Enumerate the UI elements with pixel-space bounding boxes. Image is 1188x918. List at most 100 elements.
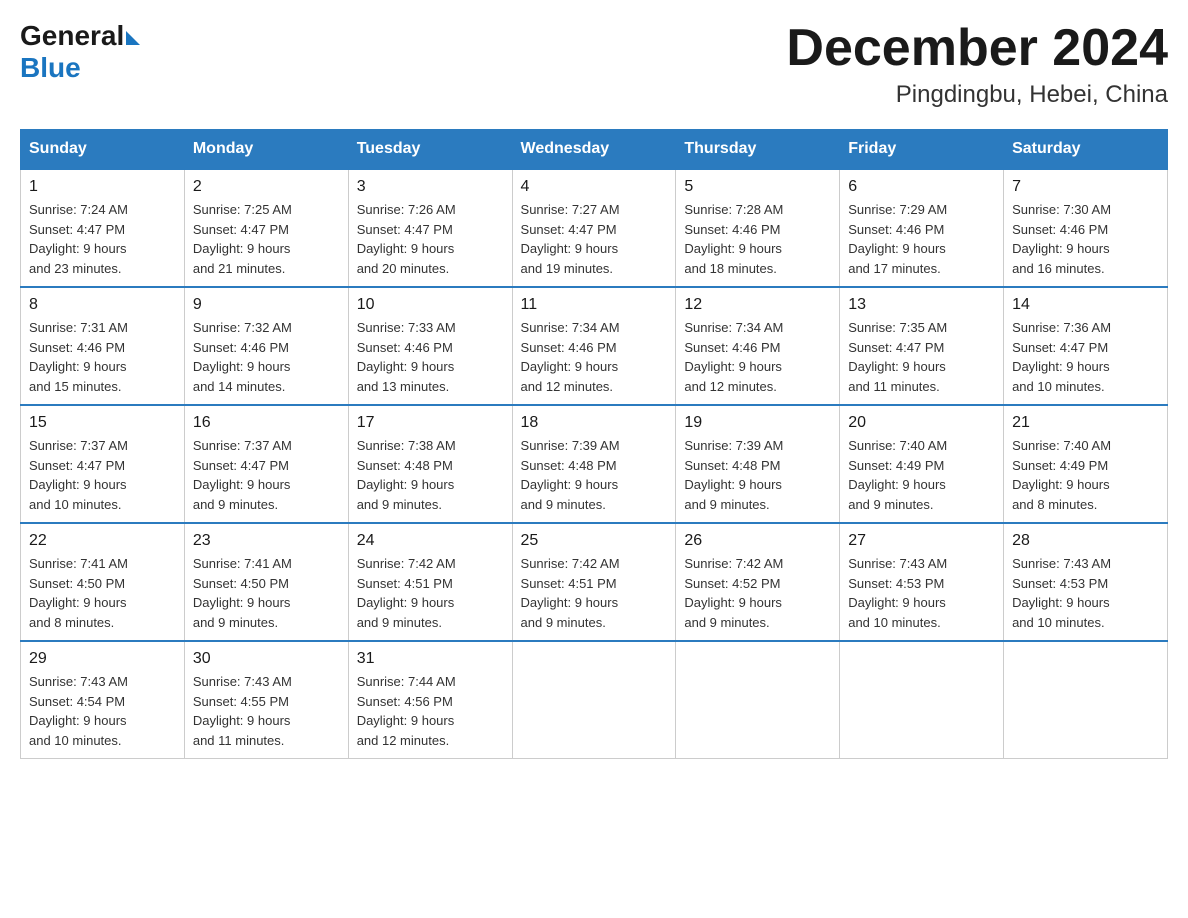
day-info: Sunrise: 7:26 AMSunset: 4:47 PMDaylight:… [357,200,504,278]
day-number: 3 [357,178,504,196]
calendar-cell: 22 Sunrise: 7:41 AMSunset: 4:50 PMDayligh… [21,523,185,641]
calendar-cell: 16 Sunrise: 7:37 AMSunset: 4:47 PMDayligh… [184,405,348,523]
day-info: Sunrise: 7:31 AMSunset: 4:46 PMDaylight:… [29,318,176,396]
calendar-cell: 1 Sunrise: 7:24 AMSunset: 4:47 PMDaylight… [21,169,185,287]
day-number: 11 [521,296,668,314]
day-info: Sunrise: 7:33 AMSunset: 4:46 PMDaylight:… [357,318,504,396]
calendar-cell: 24 Sunrise: 7:42 AMSunset: 4:51 PMDayligh… [348,523,512,641]
calendar-cell [1004,641,1168,759]
calendar-table: SundayMondayTuesdayWednesdayThursdayFrid… [20,129,1168,759]
day-of-week-header: Wednesday [512,130,676,170]
day-info: Sunrise: 7:43 AMSunset: 4:55 PMDaylight:… [193,672,340,750]
day-info: Sunrise: 7:38 AMSunset: 4:48 PMDaylight:… [357,436,504,514]
day-number: 8 [29,296,176,314]
day-number: 15 [29,414,176,432]
calendar-cell: 7Sunrise: 7:30 AMSunset: 4:46 PMDaylight… [1004,169,1168,287]
day-of-week-header: Friday [840,130,1004,170]
calendar-week-row: 1 Sunrise: 7:24 AMSunset: 4:47 PMDaylight… [21,169,1168,287]
day-info: Sunrise: 7:37 AMSunset: 4:47 PMDaylight:… [29,436,176,514]
location-title: Pingdingbu, Hebei, China [786,81,1168,109]
day-number: 16 [193,414,340,432]
calendar-cell [840,641,1004,759]
day-info: Sunrise: 7:39 AMSunset: 4:48 PMDaylight:… [521,436,668,514]
day-of-week-header: Thursday [676,130,840,170]
calendar-cell: 25 Sunrise: 7:42 AMSunset: 4:51 PMDayligh… [512,523,676,641]
day-number: 21 [1012,414,1159,432]
day-number: 27 [848,532,995,550]
day-of-week-header: Saturday [1004,130,1168,170]
day-info: Sunrise: 7:32 AMSunset: 4:46 PMDaylight:… [193,318,340,396]
day-number: 30 [193,650,340,668]
calendar-cell: 12Sunrise: 7:34 AMSunset: 4:46 PMDayligh… [676,287,840,405]
calendar-cell: 9 Sunrise: 7:32 AMSunset: 4:46 PMDaylight… [184,287,348,405]
calendar-week-row: 15 Sunrise: 7:37 AMSunset: 4:47 PMDayligh… [21,405,1168,523]
logo: General Blue [20,20,140,84]
day-info: Sunrise: 7:40 AMSunset: 4:49 PMDaylight:… [1012,436,1159,514]
day-info: Sunrise: 7:41 AMSunset: 4:50 PMDaylight:… [29,554,176,632]
calendar-cell: 19 Sunrise: 7:39 AMSunset: 4:48 PMDayligh… [676,405,840,523]
calendar-cell: 3 Sunrise: 7:26 AMSunset: 4:47 PMDaylight… [348,169,512,287]
calendar-cell: 21 Sunrise: 7:40 AMSunset: 4:49 PMDayligh… [1004,405,1168,523]
day-info: Sunrise: 7:28 AMSunset: 4:46 PMDaylight:… [684,200,831,278]
day-info: Sunrise: 7:24 AMSunset: 4:47 PMDaylight:… [29,200,176,278]
day-number: 28 [1012,532,1159,550]
calendar-cell: 2 Sunrise: 7:25 AMSunset: 4:47 PMDaylight… [184,169,348,287]
day-number: 7 [1012,178,1159,196]
calendar-cell: 10 Sunrise: 7:33 AMSunset: 4:46 PMDayligh… [348,287,512,405]
day-number: 13 [848,296,995,314]
day-info: Sunrise: 7:41 AMSunset: 4:50 PMDaylight:… [193,554,340,632]
day-info: Sunrise: 7:36 AMSunset: 4:47 PMDaylight:… [1012,318,1159,396]
calendar-cell: 11 Sunrise: 7:34 AMSunset: 4:46 PMDayligh… [512,287,676,405]
logo-general-text: General [20,20,124,52]
day-number: 10 [357,296,504,314]
day-number: 18 [521,414,668,432]
page-header: General Blue December 2024 Pingdingbu, H… [20,20,1168,109]
day-number: 6 [848,178,995,196]
day-info: Sunrise: 7:42 AMSunset: 4:51 PMDaylight:… [357,554,504,632]
logo-blue-text: Blue [20,52,81,84]
calendar-cell: 28Sunrise: 7:43 AMSunset: 4:53 PMDayligh… [1004,523,1168,641]
calendar-cell: 17Sunrise: 7:38 AMSunset: 4:48 PMDayligh… [348,405,512,523]
calendar-cell: 14Sunrise: 7:36 AMSunset: 4:47 PMDayligh… [1004,287,1168,405]
title-section: December 2024 Pingdingbu, Hebei, China [786,20,1168,109]
day-info: Sunrise: 7:35 AMSunset: 4:47 PMDaylight:… [848,318,995,396]
calendar-week-row: 29 Sunrise: 7:43 AMSunset: 4:54 PMDayligh… [21,641,1168,759]
calendar-week-row: 22 Sunrise: 7:41 AMSunset: 4:50 PMDayligh… [21,523,1168,641]
calendar-cell [676,641,840,759]
day-of-week-header: Monday [184,130,348,170]
day-info: Sunrise: 7:39 AMSunset: 4:48 PMDaylight:… [684,436,831,514]
month-title: December 2024 [786,20,1168,77]
calendar-cell: 5Sunrise: 7:28 AMSunset: 4:46 PMDaylight… [676,169,840,287]
day-number: 2 [193,178,340,196]
day-info: Sunrise: 7:25 AMSunset: 4:47 PMDaylight:… [193,200,340,278]
day-info: Sunrise: 7:42 AMSunset: 4:52 PMDaylight:… [684,554,831,632]
day-info: Sunrise: 7:43 AMSunset: 4:53 PMDaylight:… [848,554,995,632]
day-number: 24 [357,532,504,550]
day-number: 9 [193,296,340,314]
day-info: Sunrise: 7:43 AMSunset: 4:54 PMDaylight:… [29,672,176,750]
day-info: Sunrise: 7:40 AMSunset: 4:49 PMDaylight:… [848,436,995,514]
day-info: Sunrise: 7:44 AMSunset: 4:56 PMDaylight:… [357,672,504,750]
calendar-cell: 20Sunrise: 7:40 AMSunset: 4:49 PMDayligh… [840,405,1004,523]
day-info: Sunrise: 7:29 AMSunset: 4:46 PMDaylight:… [848,200,995,278]
day-number: 31 [357,650,504,668]
calendar-cell: 13 Sunrise: 7:35 AMSunset: 4:47 PMDayligh… [840,287,1004,405]
calendar-cell: 6 Sunrise: 7:29 AMSunset: 4:46 PMDaylight… [840,169,1004,287]
day-number: 22 [29,532,176,550]
day-number: 4 [521,178,668,196]
day-of-week-header: Sunday [21,130,185,170]
day-number: 26 [684,532,831,550]
calendar-cell: 18 Sunrise: 7:39 AMSunset: 4:48 PMDayligh… [512,405,676,523]
day-info: Sunrise: 7:42 AMSunset: 4:51 PMDaylight:… [521,554,668,632]
day-of-week-header: Tuesday [348,130,512,170]
day-number: 29 [29,650,176,668]
calendar-cell: 8 Sunrise: 7:31 AMSunset: 4:46 PMDaylight… [21,287,185,405]
calendar-cell: 4Sunrise: 7:27 AMSunset: 4:47 PMDaylight… [512,169,676,287]
day-number: 19 [684,414,831,432]
day-info: Sunrise: 7:37 AMSunset: 4:47 PMDaylight:… [193,436,340,514]
day-number: 1 [29,178,176,196]
calendar-cell [512,641,676,759]
day-info: Sunrise: 7:34 AMSunset: 4:46 PMDaylight:… [521,318,668,396]
day-number: 25 [521,532,668,550]
logo-arrow-icon [126,31,140,45]
